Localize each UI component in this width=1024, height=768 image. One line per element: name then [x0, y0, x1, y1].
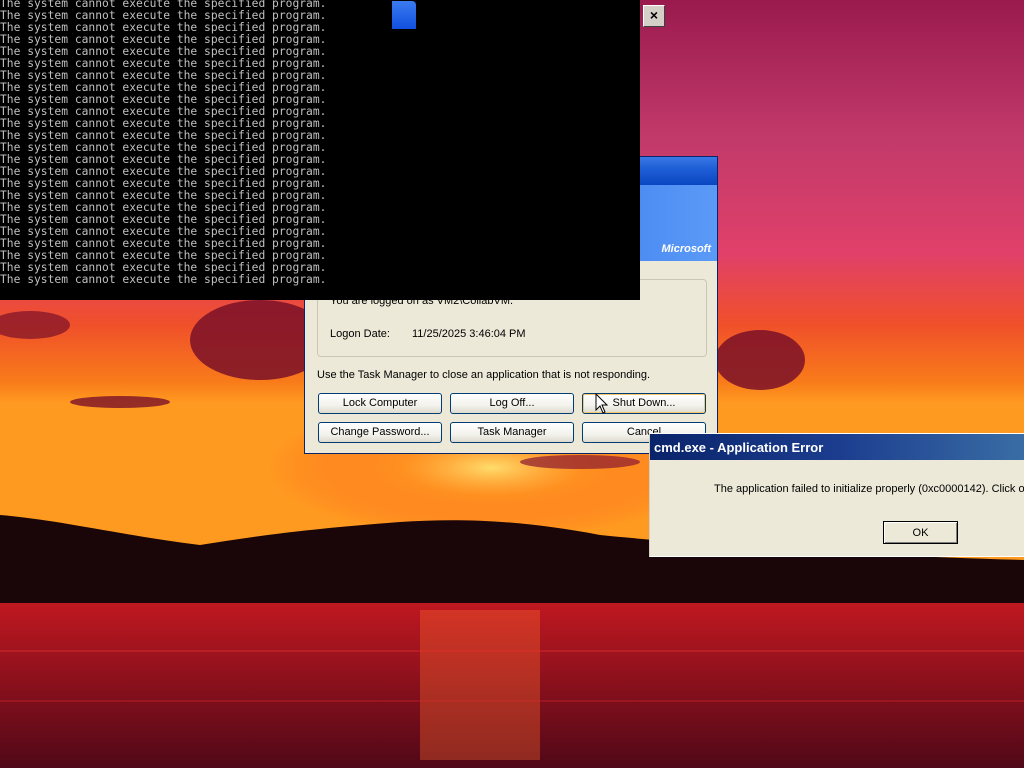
log-off-button[interactable]: Log Off... — [450, 393, 574, 414]
app-error-message: The application failed to initialize pro… — [714, 483, 1024, 495]
task-manager-button[interactable]: Task Manager — [450, 422, 574, 443]
console-output: The system cannot execute the specified … — [0, 0, 326, 286]
app-error-title: cmd.exe - Application Error — [654, 440, 824, 455]
close-icon: × — [649, 7, 659, 23]
mouse-cursor-icon — [595, 393, 609, 414]
task-manager-hint: Use the Task Manager to close an applica… — [317, 369, 651, 381]
console-titlebar[interactable] — [392, 1, 416, 29]
close-button[interactable]: × — [643, 5, 665, 27]
microsoft-logo: Microsoft — [661, 243, 712, 255]
logon-date-value: 11/25/2025 3:46:04 PM — [412, 328, 526, 340]
app-error-titlebar[interactable]: cmd.exe - Application Error — [650, 434, 1024, 460]
console-window[interactable]: The system cannot execute the specified … — [0, 0, 640, 300]
application-error-dialog: cmd.exe - Application Error The applicat… — [649, 433, 1024, 557]
lock-computer-button[interactable]: Lock Computer — [318, 393, 442, 414]
logon-date-label: Logon Date: — [330, 328, 390, 340]
ok-button[interactable]: OK — [883, 521, 958, 544]
console-line: The system cannot execute the specified … — [0, 273, 327, 286]
change-password-button[interactable]: Change Password... — [318, 422, 442, 443]
